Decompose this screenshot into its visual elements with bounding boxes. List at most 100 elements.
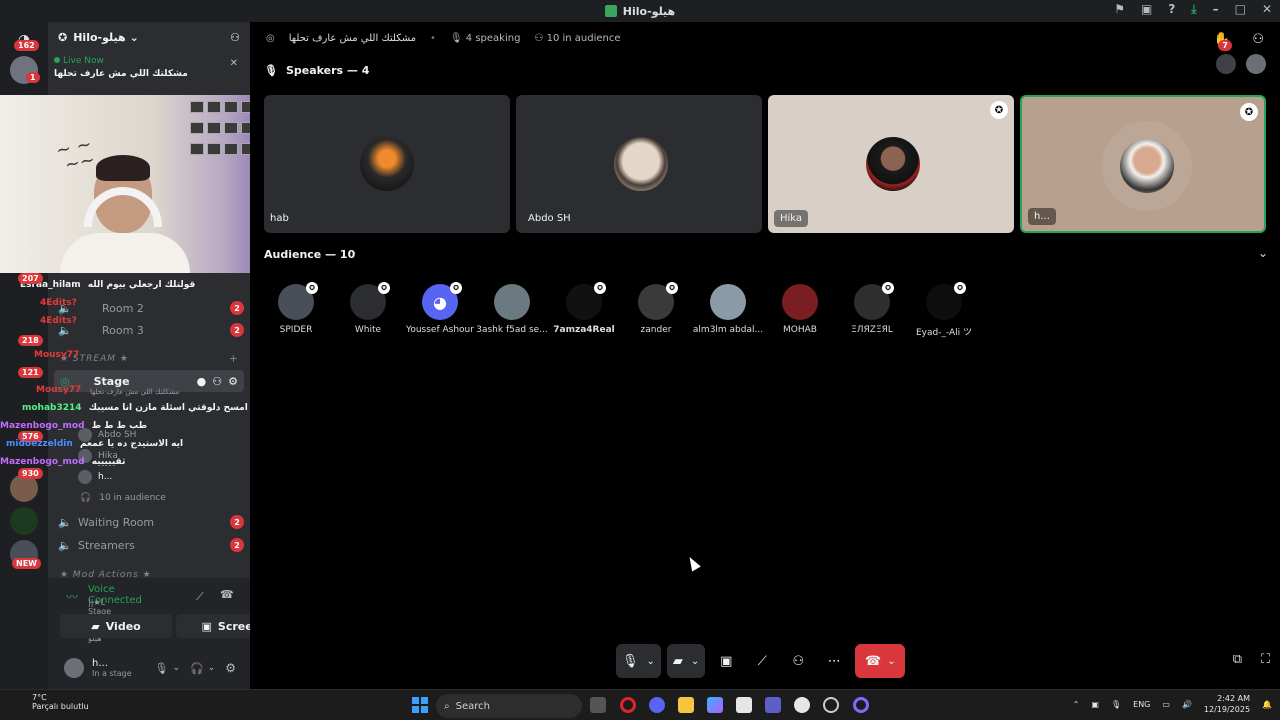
minimize-icon[interactable]: – <box>1213 2 1219 17</box>
download-icon[interactable]: ⤓ <box>1191 2 1196 17</box>
video-button[interactable]: ▰ Video <box>60 614 172 638</box>
taskbar-search[interactable]: ⌕ Search <box>436 694 582 718</box>
audience-member[interactable]: ✪ White <box>332 282 404 344</box>
music-icon[interactable] <box>794 697 810 713</box>
chevron-down-icon: ⌄ <box>646 655 655 667</box>
close-icon[interactable]: ✕ <box>230 58 238 69</box>
teams-icon[interactable] <box>765 697 781 713</box>
more-options-button[interactable]: ⋯ <box>819 644 849 678</box>
audience-member[interactable]: MOHAB <box>764 284 836 344</box>
audience-name: zander <box>640 325 672 335</box>
camera-control[interactable]: ▰ ⌄ <box>666 644 706 678</box>
xbox-icon[interactable] <box>823 697 839 713</box>
chevron-down-icon[interactable]: ⌄ <box>172 663 180 673</box>
audience-member[interactable]: ✪ SPIDER <box>260 282 332 344</box>
invite-icon: ⚇ <box>792 653 805 669</box>
user-status: In a stage <box>92 669 132 678</box>
server-header[interactable]: ✪ Hilo-هيلو ⌄ ⚇ <box>48 22 250 52</box>
chevron-down-icon[interactable]: ⌄ <box>208 663 216 673</box>
speaker-name: h... <box>1028 208 1056 225</box>
chat-user: midoezzeldin <box>6 439 73 449</box>
copilot-icon[interactable] <box>707 697 723 713</box>
network-icon[interactable]: ▭ <box>1162 700 1170 709</box>
members-icon[interactable]: ⚇ <box>1252 32 1264 47</box>
gear-icon[interactable]: ⚙ <box>225 661 236 675</box>
gear-icon[interactable]: ⚙ <box>228 375 238 388</box>
volume-icon[interactable]: 🔊 <box>1182 700 1192 709</box>
avatar[interactable] <box>64 658 84 678</box>
opera-icon[interactable] <box>620 697 636 713</box>
file-explorer-icon[interactable] <box>678 697 694 713</box>
microphone-control[interactable]: 🎙 ⌄ <box>616 644 661 678</box>
add-channel-icon[interactable]: + <box>229 352 238 365</box>
chat-line: Mousy77 <box>36 385 81 395</box>
speaker-tile[interactable]: Abdo SH <box>516 95 762 233</box>
fullscreen-icon[interactable]: ⛶ <box>1261 652 1270 667</box>
invite-member-icon[interactable]: ⚇ <box>212 375 222 388</box>
noise-suppression-icon[interactable]: ⟋ <box>196 590 204 604</box>
audience-name: 7amza4Real <box>553 325 615 335</box>
user-info[interactable]: h... In a stage <box>92 658 154 678</box>
invite-button[interactable]: ⚇ <box>783 644 813 678</box>
count-badge: 121 <box>18 367 43 378</box>
close-window-icon[interactable]: ✕ <box>1262 2 1272 17</box>
speaker-tile[interactable]: ✪ Hika <box>768 95 1014 233</box>
audience-member[interactable]: ✪ 7amza4Real <box>548 282 620 344</box>
maximize-icon[interactable]: □ <box>1235 2 1246 17</box>
audience-member[interactable]: ◕ ✪ Youssef Ashour <box>404 282 476 344</box>
discord-icon[interactable] <box>649 697 665 713</box>
tray-app-icon[interactable]: ▣ <box>1091 700 1099 709</box>
disconnect-icon[interactable]: ☎ <box>220 588 234 601</box>
microphone-icon[interactable]: 🎙 <box>1111 700 1121 709</box>
server-icon[interactable] <box>10 507 38 535</box>
live-now-banner[interactable]: Live Now مشكلتك اللي مش عارف تحلها <box>54 56 244 86</box>
chat-line: Esraa_hilam قولتلك ارجعلي بيوم الله <box>20 280 195 290</box>
pop-out-icon[interactable]: ⧉ <box>1233 652 1242 667</box>
weather-widget[interactable]: 7°C Parçalı bulutlu <box>12 693 89 711</box>
stage-audience-count[interactable]: 🎧 10 in audience <box>78 489 166 507</box>
channel-room-3[interactable]: 🔈 Room 3 2 <box>58 320 244 340</box>
avatar[interactable] <box>1246 54 1266 74</box>
chevron-down-icon[interactable]: ⌄ <box>1258 246 1268 260</box>
help-icon[interactable]: ? <box>1168 2 1175 17</box>
channel-streamers[interactable]: 🔈 Streamers 2 <box>58 535 244 555</box>
audience-member[interactable]: ✪ zander <box>620 282 692 344</box>
channel-waiting-room[interactable]: 🔈 Waiting Room 2 <box>58 512 244 532</box>
invite-icon[interactable]: ⚇ <box>230 31 240 44</box>
channel-room-2[interactable]: 🔈 Room 2 2 <box>58 298 244 318</box>
headphones-icon[interactable]: 🎧 <box>190 662 204 675</box>
nitro-icon[interactable]: ▣ <box>1141 2 1152 17</box>
microphone-icon: 🎙 <box>622 653 639 669</box>
audience-member[interactable]: ✪ ΞЛЯZΞЯL <box>836 282 908 344</box>
language-indicator[interactable]: ENG <box>1133 700 1150 709</box>
notifications-icon[interactable]: 🔔 <box>1262 700 1272 709</box>
server-badge-icon: ✪ <box>58 30 68 44</box>
stage-member[interactable]: h... <box>78 468 112 486</box>
audience-member[interactable]: ✪ Eyad-_-Ali ツ <box>908 282 980 344</box>
leave-stage-button[interactable]: ☎ ⌄ <box>855 644 906 678</box>
audience-member[interactable]: 3ashk f5ad se... <box>476 284 548 344</box>
windows-start-icon[interactable] <box>412 697 428 713</box>
share-screen-button[interactable]: ▣ <box>711 644 741 678</box>
voice-panel: 〰 Voice Connected ||★L Stage | / Hilo-هي… <box>48 578 286 689</box>
inbox-icon[interactable]: ⚑ <box>1114 2 1125 17</box>
chevron-up-icon[interactable]: ⌃ <box>1073 700 1080 709</box>
chevron-down-icon: ⌄ <box>129 30 139 44</box>
task-view-icon[interactable] <box>590 697 606 713</box>
channel-label: Waiting Room <box>78 515 155 529</box>
count-badge: 207 <box>18 273 43 284</box>
count-badge: 930 <box>18 468 43 479</box>
avatar[interactable] <box>1216 54 1236 74</box>
speaker-tile[interactable]: ✪ h... <box>1020 95 1266 233</box>
speaker-tile[interactable]: hab <box>264 95 510 233</box>
store-icon[interactable] <box>736 697 752 713</box>
chat-icon[interactable]: ● <box>197 375 207 388</box>
clock[interactable]: 2:42 AM 12/19/2025 <box>1204 693 1250 715</box>
user-panel: h... In a stage 🎙 ⌄ 🎧 ⌄ ⚙ <box>48 648 250 688</box>
audience-member[interactable]: alm3lm abdal... <box>692 284 764 344</box>
stage-main: ◎ مشكلتك اللي مش عارف تحلها • 🎙 4 speaki… <box>250 22 1280 689</box>
microphone-icon[interactable]: 🎙 <box>154 662 168 675</box>
chat-user: mohab3214 <box>22 403 82 413</box>
move-to-audience-button[interactable]: ⟋ <box>747 644 777 678</box>
app-icon[interactable] <box>853 697 869 713</box>
